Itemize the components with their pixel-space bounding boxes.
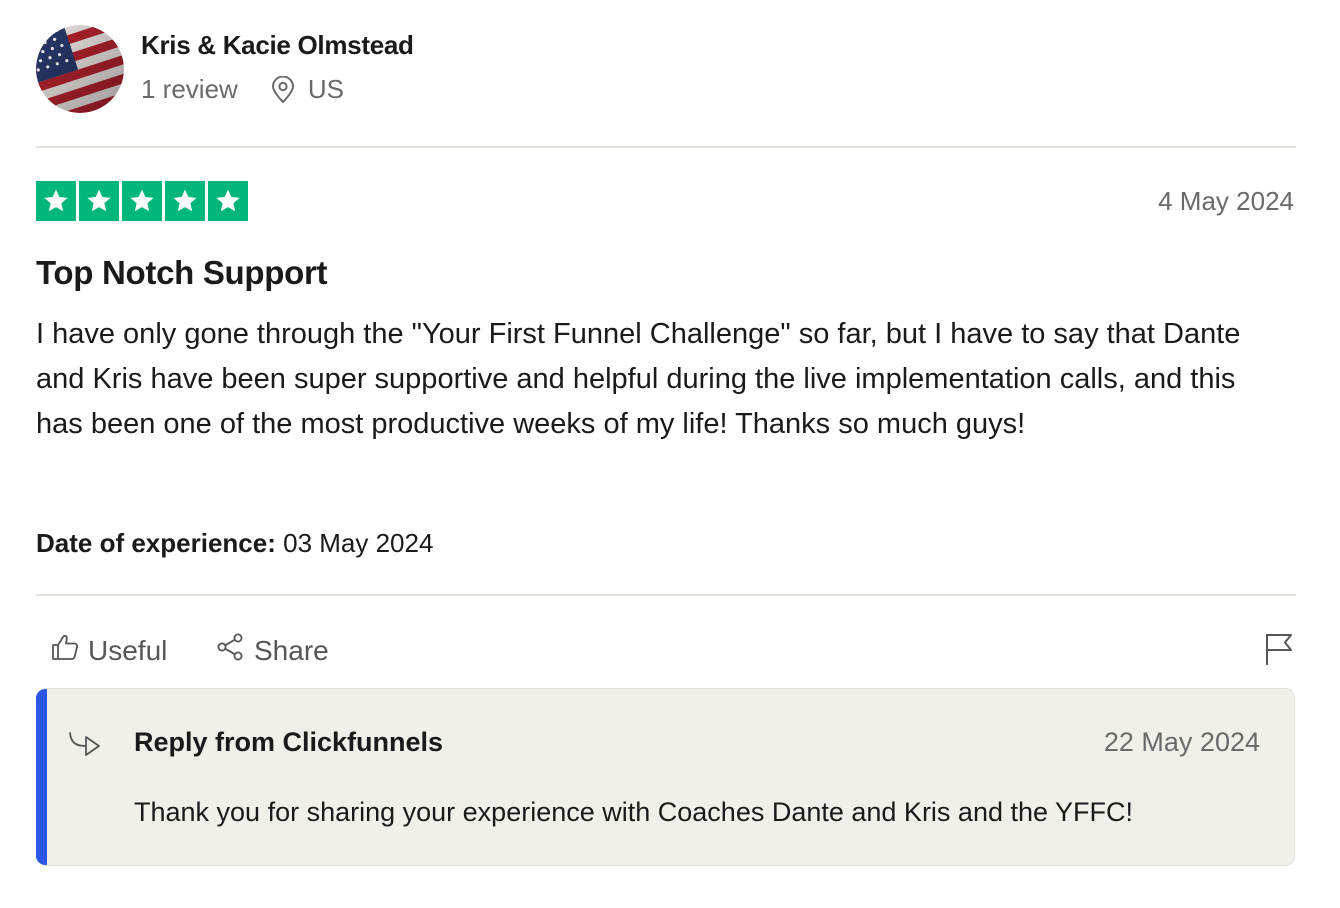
review-text: I have only gone through the "Your First… (36, 318, 1241, 440)
company-reply: Reply from Clickfunnels 22 May 2024 Than… (36, 688, 1295, 866)
thumbs-up-icon (50, 632, 88, 669)
share-icon (216, 632, 254, 669)
reply-arrow-icon (68, 729, 102, 762)
star-icon (122, 181, 162, 221)
experience-label: Date of experience: (36, 528, 276, 558)
reply-accent-bar (36, 689, 47, 865)
consumer-country: US (307, 74, 344, 104)
star-rating (36, 181, 248, 221)
avatar[interactable] (36, 25, 124, 113)
share-label: Share (254, 634, 329, 666)
review-card: Kris & Kacie Olmstead 1 review US 4 May … (36, 0, 1296, 866)
review-title[interactable]: Top Notch Support (36, 254, 328, 292)
review-actions: Useful Share (36, 596, 1296, 688)
consumer-meta: 1 review US (141, 74, 344, 105)
star-icon (36, 181, 76, 221)
us-flag-avatar (36, 25, 124, 113)
reply-title: Reply from Clickfunnels (134, 727, 444, 757)
star-icon (208, 181, 248, 221)
consumer-info: Kris & Kacie Olmstead 1 review US (36, 0, 1296, 146)
location-pin-icon (270, 75, 296, 104)
review-date: 4 May 2024 (1158, 186, 1294, 216)
experience-date: 03 May 2024 (283, 528, 434, 558)
share-button[interactable]: Share (216, 632, 329, 669)
star-icon (79, 181, 119, 221)
useful-button[interactable]: Useful (50, 632, 167, 669)
reply-date: 22 May 2024 (1103, 727, 1260, 757)
review-content: 4 May 2024 Top Notch Support I have only… (36, 148, 1296, 594)
useful-label: Useful (88, 634, 168, 666)
reply-text: Thank you for sharing your experience wi… (134, 797, 1134, 827)
consumer-name[interactable]: Kris & Kacie Olmstead (141, 30, 414, 61)
date-of-experience: Date of experience: 03 May 2024 (36, 528, 433, 559)
star-icon (165, 181, 205, 221)
review-count: 1 review (141, 74, 238, 104)
flag-icon[interactable] (1264, 632, 1294, 671)
